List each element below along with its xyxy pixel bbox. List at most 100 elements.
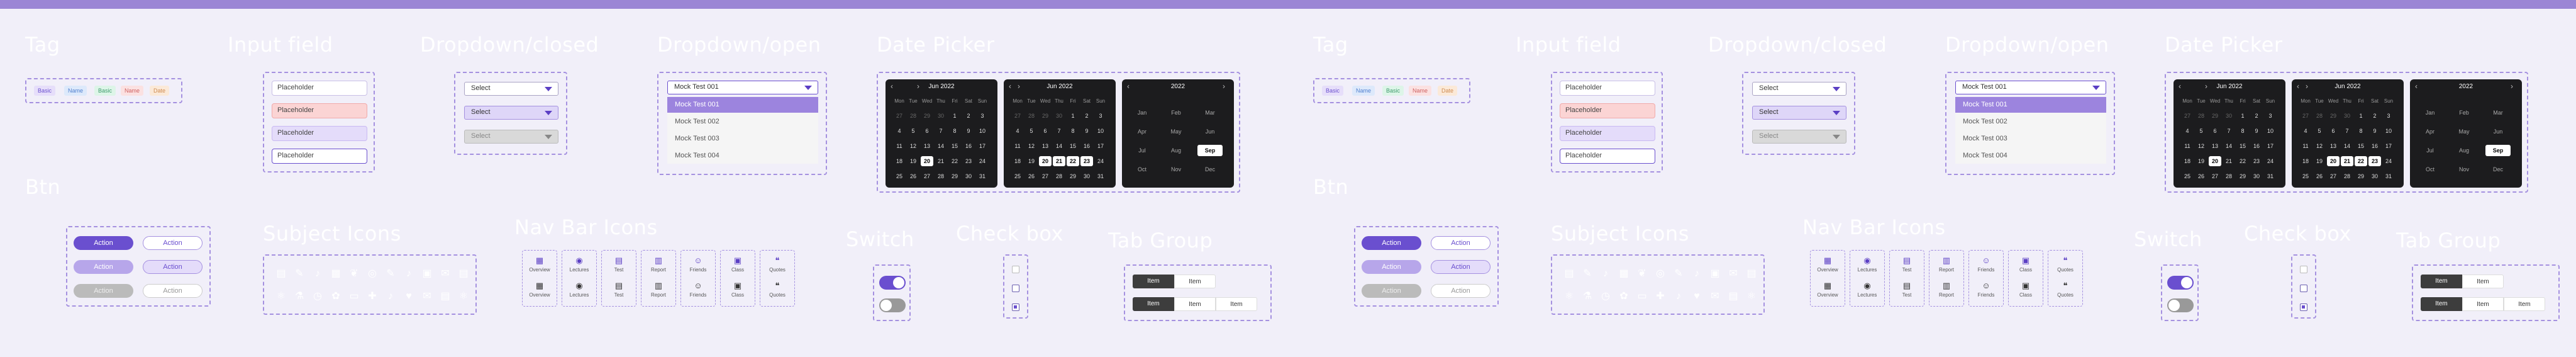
calendar-day[interactable]: 8 (2355, 126, 2367, 136)
tab-item[interactable]: Item (1174, 275, 1216, 288)
calendar-month[interactable]: Apr (1130, 126, 1155, 137)
nav-bar-item[interactable]: ▤ Test ▤ Test (1889, 250, 1924, 307)
calendar-day[interactable]: 8 (1067, 126, 1079, 136)
calendar-day[interactable]: 13 (2209, 141, 2221, 151)
text-input-focus[interactable]: Placeholder (1560, 126, 1655, 141)
calendar-day[interactable]: 11 (2299, 141, 2312, 151)
calendar-day[interactable]: 9 (1080, 126, 1093, 136)
select-hover[interactable]: Select (1752, 106, 1846, 120)
calendar-day[interactable]: 30 (935, 111, 947, 121)
calendar-day[interactable]: 10 (976, 126, 989, 136)
nav-bar-item[interactable]: ❝ Quotes ❝ Quotes (760, 250, 795, 307)
calendar-day[interactable]: 6 (2209, 126, 2221, 136)
select-open[interactable]: Mock Test 001 (1955, 81, 2106, 94)
calendar-day[interactable]: 9 (962, 126, 975, 136)
calendar-month[interactable]: Nov (1163, 164, 1189, 175)
calendar-month[interactable]: Jan (2418, 107, 2443, 118)
calendar-day[interactable]: 28 (907, 111, 919, 121)
calendar-day[interactable]: 25 (1011, 171, 1024, 181)
calendar-day[interactable]: 24 (2264, 156, 2277, 166)
tab-item[interactable]: Item (1216, 297, 1257, 311)
calendar-day[interactable]: 29 (2327, 111, 2340, 121)
calendar-month[interactable]: May (2451, 126, 2477, 137)
calendar-day[interactable]: 22 (948, 156, 961, 166)
tab-item[interactable]: Item (2462, 297, 2504, 311)
calendar-day[interactable]: 21 (1053, 156, 1065, 166)
calendar-day[interactable]: 4 (2181, 126, 2194, 136)
calendar-day[interactable]: 1 (2236, 111, 2249, 121)
text-input-error[interactable]: Placeholder (1560, 103, 1655, 118)
calendar-day[interactable]: 26 (2313, 171, 2326, 181)
calendar-day[interactable]: 27 (2299, 111, 2312, 121)
calendar-day[interactable]: 28 (2341, 171, 2353, 181)
calendar-day[interactable]: 3 (2264, 111, 2277, 121)
calendar-day[interactable]: 28 (935, 171, 947, 181)
nav-bar-item[interactable]: ◉ Lectures ◉ Lectures (562, 250, 597, 307)
select-open[interactable]: Mock Test 001 (667, 81, 818, 94)
calendar-day[interactable]: 13 (2327, 141, 2340, 151)
calendar-day[interactable]: 4 (2299, 126, 2312, 136)
nav-bar-item[interactable]: ▦ Overview ▦ Overview (522, 250, 557, 307)
calendar-day[interactable]: 10 (1094, 126, 1107, 136)
calendar-month[interactable]: Dec (2485, 164, 2511, 175)
text-input-default[interactable]: Placeholder (1560, 81, 1655, 96)
calendar-day[interactable]: 3 (2382, 111, 2395, 121)
calendar-day[interactable]: 15 (1067, 141, 1079, 151)
calendar-month[interactable]: Sep (2485, 145, 2511, 156)
toggle-switch-off[interactable] (879, 298, 906, 312)
tab-item[interactable]: Item (1174, 297, 1216, 311)
tag-chip[interactable]: Basic (34, 86, 56, 96)
calendar-month[interactable]: Feb (2451, 107, 2477, 118)
calendar-day[interactable]: 16 (962, 141, 975, 151)
calendar-day[interactable]: 24 (976, 156, 989, 166)
calendar-day[interactable]: 7 (935, 126, 947, 136)
calendar-day[interactable]: 8 (2236, 126, 2249, 136)
calendar-day[interactable]: 25 (2299, 171, 2312, 181)
calendar-day[interactable]: 28 (2195, 111, 2207, 121)
calendar-day[interactable]: 6 (921, 126, 933, 136)
calendar-day[interactable]: 26 (2195, 171, 2207, 181)
calendar-day[interactable]: 8 (948, 126, 961, 136)
toggle-switch-off[interactable] (2167, 298, 2194, 312)
calendar-day[interactable]: 9 (2250, 126, 2263, 136)
calendar-day[interactable]: 13 (921, 141, 933, 151)
toggle-switch-on[interactable] (879, 276, 906, 290)
calendar-day[interactable]: 25 (893, 171, 906, 181)
calendar-day[interactable]: 27 (921, 171, 933, 181)
select-default[interactable]: Select (1752, 82, 1846, 96)
calendar-month[interactable]: Nov (2451, 164, 2477, 175)
calendar-day[interactable]: 2 (1080, 111, 1093, 121)
tab-item-active[interactable]: Item (2421, 297, 2462, 311)
calendar-day[interactable]: 2 (962, 111, 975, 121)
dropdown-option-selected[interactable]: Mock Test 001 (1955, 97, 2106, 113)
calendar-month[interactable]: Dec (1197, 164, 1223, 175)
calendar-day[interactable]: 25 (2181, 171, 2194, 181)
dropdown-option[interactable]: Mock Test 002 (1955, 114, 2106, 130)
calendar-day[interactable]: 27 (2209, 171, 2221, 181)
checkbox-hover[interactable] (1012, 285, 1019, 292)
calendar-day[interactable]: 15 (948, 141, 961, 151)
primary-button-hover[interactable]: Action (1362, 260, 1421, 274)
tab-item[interactable]: Item (2504, 297, 2545, 311)
calendar-month[interactable]: Oct (1130, 164, 1155, 175)
calendar-day[interactable]: 14 (2223, 141, 2235, 151)
tag-chip[interactable]: Name (121, 86, 144, 96)
calendar-day[interactable]: 30 (1053, 111, 1065, 121)
calendar-day[interactable]: 29 (921, 111, 933, 121)
dropdown-option[interactable]: Mock Test 003 (1955, 131, 2106, 147)
secondary-button-hover[interactable]: Action (1431, 260, 1491, 274)
calendar-day[interactable]: 12 (907, 141, 919, 151)
calendar-day[interactable]: 1 (2355, 111, 2367, 121)
tab-item[interactable]: Item (2462, 275, 2504, 288)
calendar-day[interactable]: 27 (893, 111, 906, 121)
calendar-day[interactable]: 29 (1039, 111, 1052, 121)
calendar-day[interactable]: 30 (1080, 171, 1093, 181)
tag-chip[interactable]: Basic (1322, 86, 1344, 96)
tab-item-active[interactable]: Item (2421, 275, 2462, 288)
calendar-day[interactable]: 21 (2341, 156, 2353, 166)
nav-bar-item[interactable]: ▣ Class ▣ Class (2008, 250, 2043, 307)
calendar-day[interactable]: 28 (2223, 171, 2235, 181)
calendar-day[interactable]: 23 (962, 156, 975, 166)
calendar-day[interactable]: 30 (962, 171, 975, 181)
calendar-day[interactable]: 17 (2382, 141, 2395, 151)
